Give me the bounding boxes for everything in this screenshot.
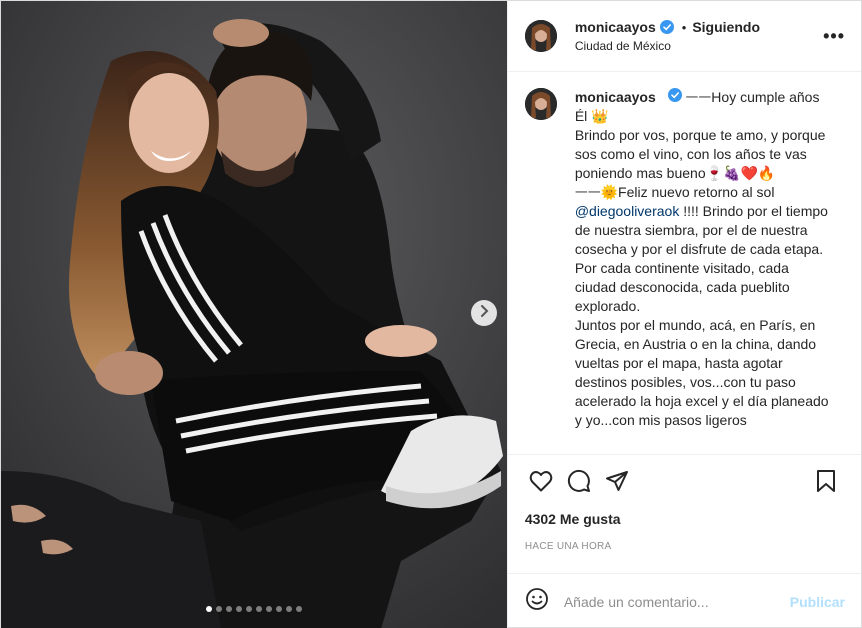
- publish-button[interactable]: Publicar: [790, 594, 845, 610]
- post-timestamp[interactable]: HACE UNA HORA: [508, 533, 861, 573]
- mention-link[interactable]: @diegooliveraok: [575, 203, 680, 219]
- avatar[interactable]: [524, 88, 557, 120]
- emoji-button[interactable]: [524, 587, 550, 616]
- like-count[interactable]: 4302 Me gusta: [508, 511, 861, 533]
- post-header: monicaayos • Siguiendo Ciudad de México …: [507, 1, 861, 72]
- caption-line: Brindo por vos, porque te amo, y porque …: [574, 127, 826, 181]
- caption-section: monicaayos ᅳᅳHoy cumple años Él 👑 Brindo…: [507, 72, 861, 455]
- header-separator: •: [681, 19, 687, 35]
- carousel-dot: [205, 606, 212, 612]
- post-location[interactable]: Ciudad de México: [575, 39, 823, 53]
- verified-badge-icon: [659, 20, 674, 34]
- carousel-next-button[interactable]: [471, 300, 497, 326]
- post-media[interactable]: [1, 1, 507, 628]
- comment-button[interactable]: [560, 464, 598, 502]
- paper-plane-icon: [605, 469, 629, 498]
- caption: monicaayos ᅳᅳHoy cumple años Él 👑 Brindo…: [524, 88, 845, 430]
- save-button[interactable]: [807, 464, 845, 502]
- carousel-dot: [285, 606, 292, 612]
- carousel-dot: [255, 606, 262, 612]
- heart-icon: [529, 470, 553, 497]
- carousel-dot: [215, 606, 222, 612]
- caption-line: Juntos por el mundo, acá, en París, en G…: [574, 317, 829, 428]
- comment-input[interactable]: [563, 593, 790, 610]
- caption-text: monicaayos ᅳᅳHoy cumple años Él 👑 Brindo…: [575, 88, 833, 430]
- comment-box: Publicar: [507, 573, 861, 628]
- verified-badge-icon: [667, 88, 682, 102]
- carousel-dot: [225, 606, 232, 612]
- post-actions: [508, 455, 861, 511]
- chevron-right-icon: [479, 304, 489, 322]
- carousel-dot: [245, 606, 252, 612]
- caption-line: Por cada continente visitado, cada ciuda…: [574, 260, 790, 314]
- instagram-post: monicaayos • Siguiendo Ciudad de México …: [0, 0, 862, 628]
- author-username[interactable]: monicaayos: [575, 19, 656, 35]
- post-photo: [1, 1, 507, 628]
- carousel-dot: [295, 606, 302, 612]
- share-button[interactable]: [598, 464, 636, 502]
- avatar[interactable]: [524, 20, 557, 52]
- caption-username[interactable]: monicaayos: [575, 89, 656, 105]
- carousel-indicators: [1, 606, 507, 612]
- carousel-dot: [235, 606, 242, 612]
- comment-bubble-icon: [567, 469, 591, 498]
- carousel-dot: [265, 606, 272, 612]
- like-button[interactable]: [522, 464, 560, 502]
- bookmark-icon: [815, 469, 837, 498]
- post-sidebar: monicaayos • Siguiendo Ciudad de México …: [506, 1, 861, 628]
- more-horizontal-icon[interactable]: •••: [823, 26, 845, 47]
- smiley-icon: [525, 587, 549, 616]
- carousel-dot: [275, 606, 282, 612]
- follow-status-button[interactable]: Siguiendo: [692, 19, 760, 35]
- caption-line: ᅳᅳ🌞Feliz nuevo retorno al sol: [574, 184, 775, 200]
